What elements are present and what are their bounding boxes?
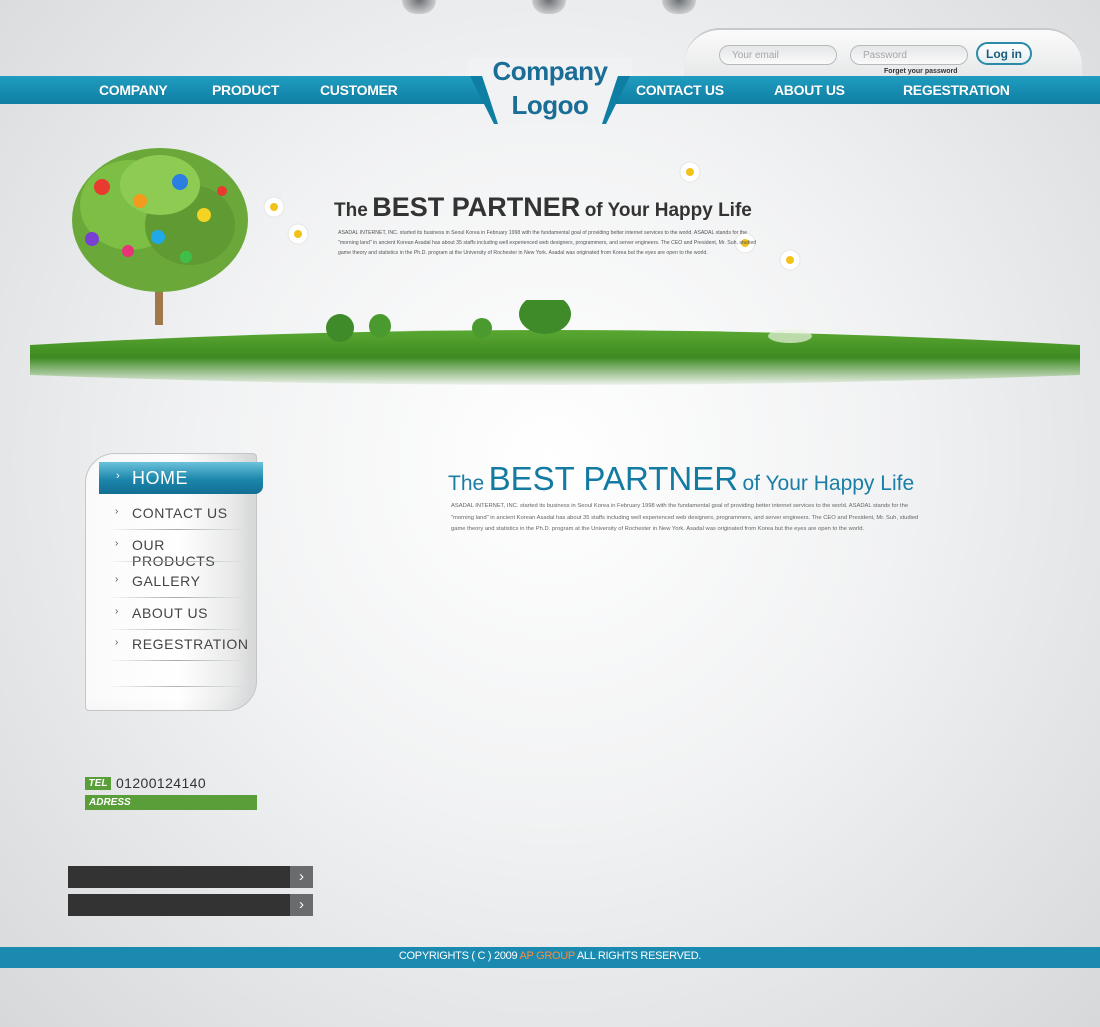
content-description: ASADAL INTERNET, INC. started its busine… <box>451 503 919 532</box>
logo-text-line1: Company <box>492 56 608 86</box>
daisy-flower-icon <box>679 161 701 183</box>
side-menu-label: CONTACT US <box>132 505 228 521</box>
daisy-flower-icon <box>263 196 285 218</box>
copyright-text: COPYRIGHTS ( C ) 2009 AP GROUP ALL RIGHT… <box>0 950 1100 962</box>
side-menu-item-our-products[interactable]: › OUR PRODUCTS <box>99 532 251 569</box>
copyright-suffix: ALL RIGHTS RESERVED. <box>576 950 702 962</box>
nav-product[interactable]: PRODUCT <box>212 82 279 98</box>
hero-title: The BEST PARTNER of Your Happy Life <box>334 192 752 223</box>
nav-about-us[interactable]: ABOUT US <box>774 82 845 98</box>
password-input[interactable] <box>850 45 968 65</box>
address-bar: ADRESS <box>85 795 257 810</box>
company-logo[interactable]: Company Logoo <box>468 48 632 128</box>
menu-divider <box>107 660 247 661</box>
side-menu-label: REGESTRATION <box>132 636 249 652</box>
link-bar[interactable]: › <box>68 866 313 888</box>
menu-divider <box>107 529 247 530</box>
content-title-tail: of Your Happy Life <box>742 472 915 495</box>
chevron-right-icon: › <box>115 574 119 585</box>
hero-title-main: BEST PARTNER <box>372 192 581 222</box>
chevron-right-icon: › <box>115 606 119 617</box>
menu-divider <box>107 629 247 630</box>
ceiling-light <box>532 0 566 14</box>
chevron-right-icon: › <box>116 470 120 482</box>
chevron-right-icon: › <box>115 506 119 517</box>
tel-badge: TEL <box>85 777 111 790</box>
chevron-right-icon: › <box>115 538 119 549</box>
menu-divider <box>107 561 247 562</box>
nav-contact-us[interactable]: CONTACT US <box>636 82 724 98</box>
footer-bar: COPYRIGHTS ( C ) 2009 AP GROUP ALL RIGHT… <box>0 947 1100 968</box>
side-menu-label: HOME <box>132 468 188 488</box>
copyright-prefix: COPYRIGHTS ( C ) 2009 <box>398 950 518 962</box>
email-input[interactable] <box>719 45 837 65</box>
forget-password-link[interactable]: Forget your password <box>884 68 958 75</box>
content-title: The BEST PARTNER of Your Happy Life <box>448 460 914 498</box>
content-title-main: BEST PARTNER <box>488 460 739 497</box>
side-menu-label: ABOUT US <box>132 605 209 621</box>
tel-number: 01200124140 <box>116 775 207 791</box>
nav-customer[interactable]: CUSTOMER <box>320 82 398 98</box>
chevron-right-icon: › <box>115 637 119 648</box>
menu-divider <box>107 686 247 687</box>
side-menu-label: OUR PRODUCTS <box>132 537 216 569</box>
hero-title-the: The <box>334 200 368 221</box>
ceiling-light <box>662 0 696 14</box>
arrow-right-icon: › <box>290 866 313 888</box>
side-menu-item-home[interactable]: › HOME <box>99 462 263 494</box>
link-bar[interactable]: › <box>68 894 313 916</box>
daisy-flower-icon <box>287 223 309 245</box>
ceiling-light <box>402 0 436 14</box>
login-panel: Log in Forget your password <box>684 28 1082 78</box>
side-menu-item-gallery[interactable]: › GALLERY <box>99 568 251 598</box>
nav-company[interactable]: COMPANY <box>99 82 168 98</box>
grass-field-illustration <box>30 300 1080 385</box>
side-menu-item-contact-us[interactable]: › CONTACT US <box>99 500 251 530</box>
side-menu-label: GALLERY <box>132 573 201 589</box>
logo-text-line2: Logoo <box>511 90 589 120</box>
content-title-the: The <box>448 472 485 495</box>
login-button[interactable]: Log in <box>976 42 1032 65</box>
nav-registration[interactable]: REGESTRATION <box>903 82 1010 98</box>
side-menu-item-about-us[interactable]: › ABOUT US <box>99 600 251 630</box>
menu-divider <box>107 597 247 598</box>
daisy-flower-icon <box>779 249 801 271</box>
side-menu-item-registration[interactable]: › REGESTRATION <box>99 631 251 661</box>
hero-description: ASADAL INTERNET, INC. started its busine… <box>338 230 757 256</box>
arrow-right-icon: › <box>290 894 313 916</box>
copyright-brand: AP GROUP <box>519 950 575 962</box>
hero-title-tail: of Your Happy Life <box>584 200 752 221</box>
